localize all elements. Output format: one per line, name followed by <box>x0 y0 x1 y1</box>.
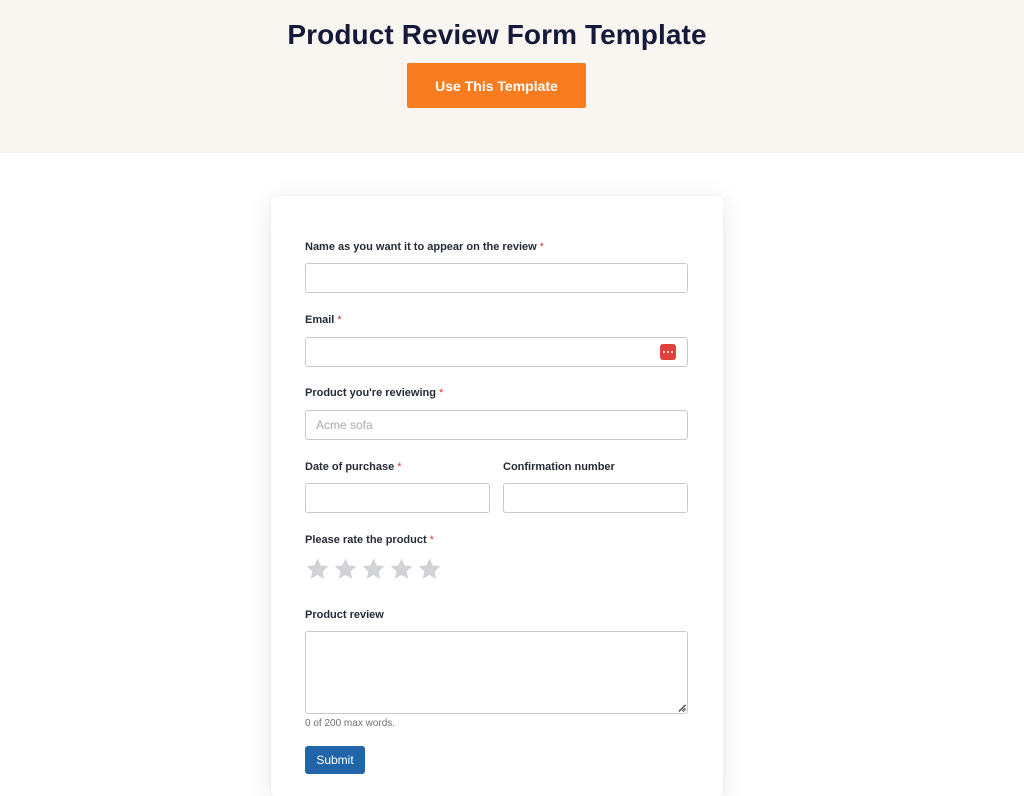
name-label: Name as you want it to appear on the rev… <box>305 241 544 253</box>
page-title: Product Review Form Template <box>287 19 707 50</box>
product-label: Product you're reviewing * <box>305 387 444 399</box>
name-input[interactable] <box>305 263 688 293</box>
confirmation-label: Confirmation number <box>503 461 615 473</box>
email-label: Email * <box>305 314 342 326</box>
required-mark: * <box>429 534 434 546</box>
star-icon[interactable] <box>305 557 330 582</box>
star-icon[interactable] <box>389 557 414 582</box>
required-mark: * <box>438 387 444 399</box>
star-icon[interactable] <box>417 557 442 582</box>
email-input[interactable] <box>305 337 688 367</box>
submit-button[interactable]: Submit <box>305 746 365 774</box>
review-textarea[interactable] <box>305 631 688 714</box>
required-mark: * <box>397 461 402 473</box>
star-icon[interactable] <box>361 557 386 582</box>
date-label: Date of purchase * <box>305 461 402 473</box>
required-mark: * <box>337 314 342 326</box>
password-manager-icon[interactable] <box>660 344 676 360</box>
required-mark: * <box>539 241 544 253</box>
star-icon[interactable] <box>333 557 358 582</box>
date-input[interactable] <box>305 483 490 513</box>
word-count-hint: 0 of 200 max words. <box>305 718 396 729</box>
product-input[interactable] <box>305 410 688 440</box>
use-template-button[interactable]: Use This Template <box>407 63 586 108</box>
rating-label: Please rate the product * <box>305 534 434 546</box>
hero-banner: Product Review Form Template Use This Te… <box>0 0 1024 153</box>
resize-grip-icon[interactable] <box>677 703 686 712</box>
star-rating <box>305 557 442 582</box>
review-label: Product review <box>305 609 384 621</box>
confirmation-input[interactable] <box>503 483 688 513</box>
